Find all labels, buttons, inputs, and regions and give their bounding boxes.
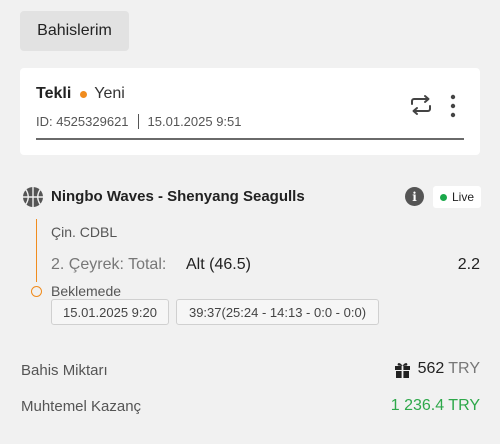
ticket-card: Tekli Yeni ID: 4525329621 15.01.2025 9:5…: [20, 68, 480, 155]
stake-row: Bahis Miktarı 562 TRY: [21, 358, 480, 382]
status-dot-icon: [80, 90, 88, 98]
selection-label: Alt (46.5): [186, 256, 251, 273]
ticket-datetime: 15.01.2025 9:51: [147, 114, 242, 129]
my-bets-tab-button[interactable]: Bahislerim: [20, 11, 129, 51]
score-chip: 39:37(25:24 - 14:13 - 0:0 - 0:0): [176, 299, 379, 325]
live-dot-icon: [439, 193, 447, 201]
info-icon[interactable]: i: [405, 187, 424, 206]
start-time-chip: 15.01.2025 9:20: [51, 299, 169, 325]
ticket-id: ID: 4525329621: [36, 114, 129, 129]
league-name: Çin. CDBL: [51, 224, 118, 240]
odds-value: 2.2: [457, 256, 480, 273]
ticket-meta: ID: 4525329621 15.01.2025 9:51: [36, 114, 242, 129]
event-name[interactable]: Ningbo Waves - Shenyang Seagulls: [51, 188, 305, 205]
stake-amount: 562: [417, 360, 445, 377]
stake-currency: TRY: [448, 360, 480, 377]
basketball-icon: [23, 187, 43, 207]
ticket-underline: [36, 138, 464, 140]
pending-label: Beklemede: [51, 283, 122, 299]
meta-divider: [137, 114, 139, 129]
live-badge: Live: [433, 186, 481, 208]
stake-label: Bahis Miktarı: [21, 362, 108, 379]
repeat-icon[interactable]: [409, 94, 433, 116]
potential-win-row: Muhtemel Kazanç 1 236.4 TRY: [21, 394, 480, 418]
live-label: Live: [451, 190, 474, 204]
more-vertical-icon[interactable]: [448, 94, 458, 118]
ticket-status: Yeni: [94, 85, 125, 102]
potential-win-label: Muhtemel Kazanç: [21, 398, 142, 415]
timeline-line: [36, 219, 37, 282]
market-label: 2. Çeyrek: Total:: [51, 256, 167, 273]
ticket-type: Tekli: [36, 85, 72, 102]
gift-icon: [394, 362, 410, 378]
ticket-title: Tekli Yeni: [36, 85, 125, 103]
pending-status-icon: [31, 286, 42, 297]
potential-win-value: 1 236.4 TRY: [390, 397, 480, 414]
stake-value: 562 TRY: [394, 360, 480, 378]
